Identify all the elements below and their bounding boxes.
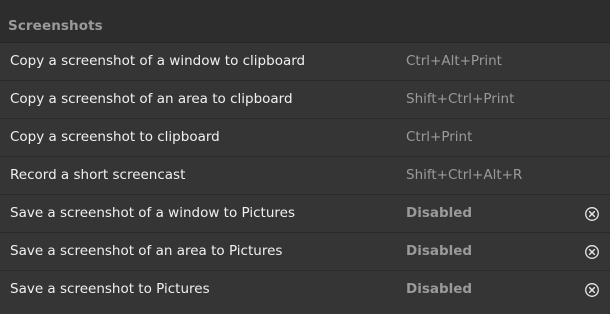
shortcut-row-save-window-pictures[interactable]: Save a screenshot of a window to Picture… (0, 195, 610, 233)
shortcut-accelerator-disabled: Disabled (406, 205, 473, 221)
shortcut-accelerator: Shift+Ctrl+Alt+R (406, 167, 523, 183)
shortcut-accelerator-disabled: Disabled (406, 243, 473, 259)
shortcut-accelerator: Shift+Ctrl+Print (406, 91, 515, 107)
shortcut-row-save-screenshot-pictures[interactable]: Save a screenshot to Pictures Disabled (0, 271, 610, 309)
shortcut-label: Save a screenshot of an area to Pictures (10, 243, 283, 259)
shortcut-accelerator: Ctrl+Alt+Print (406, 53, 502, 69)
shortcut-row-copy-window-clipboard[interactable]: Copy a screenshot of a window to clipboa… (0, 43, 610, 81)
shortcut-label: Copy a screenshot of an area to clipboar… (10, 91, 293, 107)
clear-shortcut-icon[interactable] (584, 244, 600, 260)
shortcut-row-record-screencast[interactable]: Record a short screencast Shift+Ctrl+Alt… (0, 157, 610, 195)
section-title: Screenshots (8, 18, 103, 34)
shortcut-list: Copy a screenshot of a window to clipboa… (0, 42, 610, 314)
clear-shortcut-icon[interactable] (584, 206, 600, 222)
shortcut-row-save-area-pictures[interactable]: Save a screenshot of an area to Pictures… (0, 233, 610, 271)
shortcut-label: Save a screenshot to Pictures (10, 281, 210, 297)
shortcut-label: Save a screenshot of a window to Picture… (10, 205, 295, 221)
shortcut-label: Copy a screenshot to clipboard (10, 129, 220, 145)
shortcut-label: Copy a screenshot of a window to clipboa… (10, 53, 306, 69)
shortcut-accelerator: Ctrl+Print (406, 129, 473, 145)
section-header: Screenshots (0, 0, 610, 42)
shortcut-accelerator-disabled: Disabled (406, 281, 473, 297)
shortcut-label: Record a short screencast (10, 167, 186, 183)
shortcut-row-copy-screenshot-clipboard[interactable]: Copy a screenshot to clipboard Ctrl+Prin… (0, 119, 610, 157)
shortcut-row-copy-area-clipboard[interactable]: Copy a screenshot of an area to clipboar… (0, 81, 610, 119)
clear-shortcut-icon[interactable] (584, 282, 600, 298)
